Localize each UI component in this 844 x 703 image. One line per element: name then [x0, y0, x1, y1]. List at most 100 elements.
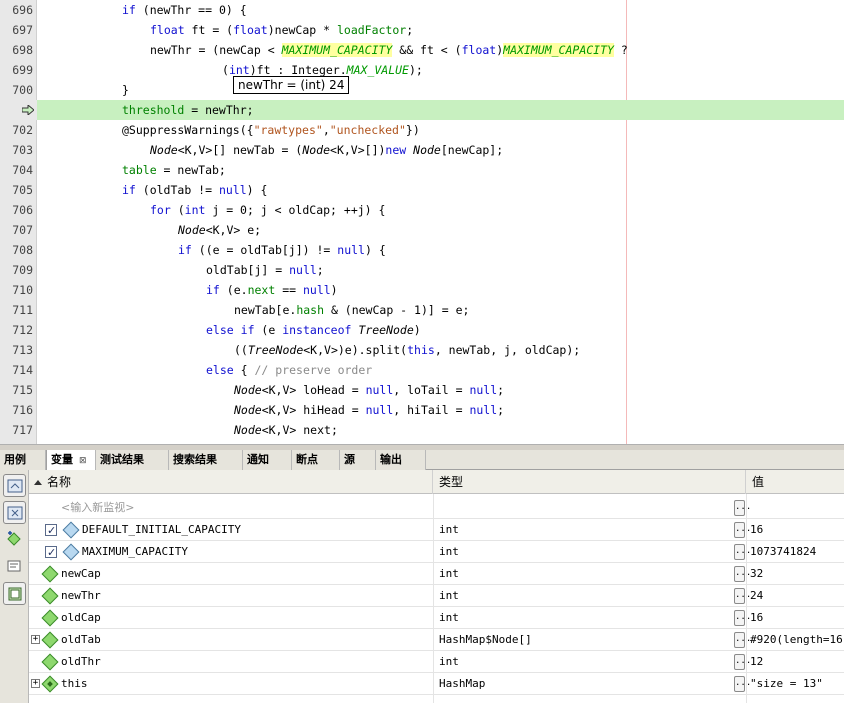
line-number: 712	[12, 323, 33, 337]
code-line[interactable]: 709 oldTab[j] = null;	[0, 260, 844, 280]
variable-value[interactable]: 16	[750, 607, 763, 629]
new-watch-placeholder[interactable]: <输入新监视>	[61, 497, 134, 519]
table-row[interactable]: newCap int ... 32	[29, 563, 844, 585]
variable-name: oldTab	[61, 633, 101, 646]
variable-value[interactable]: #920(length=16)	[750, 629, 844, 651]
code-line[interactable]: 712 else if (e instanceof TreeNode)	[0, 320, 844, 340]
tab-sources[interactable]: 源	[340, 450, 376, 470]
show-inherited-button[interactable]	[3, 582, 26, 605]
variable-type: int	[439, 589, 459, 602]
variable-type: HashMap$Node[]	[439, 633, 532, 646]
debugging-view-button[interactable]	[3, 474, 26, 497]
code-line[interactable]: 702 @SuppressWarnings({"rawtypes","unche…	[0, 120, 844, 140]
code-line[interactable]: 698 newThr = (newCap < MAXIMUM_CAPACITY …	[0, 40, 844, 60]
more-button[interactable]: ...	[734, 544, 751, 560]
code-line[interactable]: 706 for (int j = 0; j < oldCap; ++j) {	[0, 200, 844, 220]
variable-value[interactable]: 16	[750, 519, 763, 541]
code-line[interactable]: 714 else { // preserve order	[0, 360, 844, 380]
more-button[interactable]: ...	[734, 632, 751, 648]
more-button[interactable]: ...	[734, 610, 751, 626]
header-label: 名称	[47, 475, 72, 489]
line-number: 714	[12, 363, 33, 377]
code-text: ((TreeNode<K,V>)e).split(this, newTab, j…	[234, 343, 581, 357]
static-field-icon	[62, 543, 80, 561]
table-header: 名称 类型 值	[29, 470, 844, 494]
code-line[interactable]: 711 newTab[e.hash & (newCap - 1)] = e;	[0, 300, 844, 320]
code-line[interactable]: 704 table = newTab;	[0, 160, 844, 180]
table-row[interactable]: MAXIMUM_CAPACITY int ... 1073741824	[29, 541, 844, 564]
close-icon[interactable]: ⊠	[79, 456, 87, 466]
table-row[interactable]: + oldTab HashMap$Node[] ... #920(length=…	[29, 629, 844, 651]
variable-value[interactable]: 1073741824	[750, 541, 816, 563]
more-button[interactable]: ...	[734, 566, 751, 582]
evaluate-button[interactable]	[3, 501, 26, 524]
variable-name: MAXIMUM_CAPACITY	[82, 545, 188, 558]
line-number: 707	[12, 223, 33, 237]
variable-type: int	[439, 611, 459, 624]
variable-value[interactable]: 32	[750, 563, 763, 585]
variable-value-tooltip: newThr = (int) 24	[233, 76, 350, 94]
expand-plus-icon[interactable]: +	[31, 635, 40, 644]
expand-plus-icon[interactable]: +	[31, 679, 40, 688]
new-watch-button[interactable]	[3, 528, 26, 551]
table-row[interactable]: oldThr int ... 12	[29, 651, 844, 673]
code-line[interactable]: 715 Node<K,V> loHead = null, loTail = nu…	[0, 380, 844, 400]
line-number: 708	[12, 243, 33, 257]
tab-label: 源	[344, 453, 355, 466]
more-button[interactable]: ...	[734, 522, 751, 538]
code-text: else if (e instanceof TreeNode)	[206, 323, 421, 337]
code-line[interactable]: 708 if ((e = oldTab[j]) != null) {	[0, 240, 844, 260]
tab-label: 测试结果	[100, 453, 144, 466]
code-line[interactable]: 697 float ft = (float)newCap * loadFacto…	[0, 20, 844, 40]
new-watch-row[interactable]: <输入新监视> ...	[29, 497, 844, 519]
watch-checkbox[interactable]	[45, 542, 57, 564]
table-row[interactable]: oldCap int ... 16	[29, 607, 844, 629]
variable-value[interactable]: 12	[750, 651, 763, 673]
code-line[interactable]: 716 Node<K,V> hiHead = null, hiTail = nu…	[0, 400, 844, 420]
column-header-type[interactable]: 类型	[433, 470, 746, 494]
tab-label: 用例	[4, 453, 26, 466]
code-line[interactable]: 699 (int)ft : Integer.MAX_VALUE);	[0, 60, 844, 80]
current-execution-line[interactable]: threshold = newThr;	[0, 100, 844, 120]
line-number: 700	[12, 83, 33, 97]
code-text: Node<K,V> loHead = null, loTail = null;	[234, 383, 505, 397]
more-button[interactable]: ...	[734, 654, 751, 670]
more-button[interactable]: ...	[734, 676, 751, 692]
variable-type: int	[439, 545, 459, 558]
code-line[interactable]: 700 }	[0, 80, 844, 100]
table-row[interactable]: + this HashMap ... "size = 13"	[29, 673, 844, 695]
table-row[interactable]: newThr int ... 24	[29, 585, 844, 607]
line-number: 697	[12, 23, 33, 37]
column-header-name[interactable]: 名称	[29, 470, 433, 494]
tab-use-cases[interactable]: 用例	[0, 450, 46, 470]
variable-value[interactable]: 24	[750, 585, 763, 607]
watch-checkbox[interactable]	[45, 520, 57, 542]
tab-output[interactable]: 输出	[376, 450, 426, 470]
tab-test-results[interactable]: 测试结果	[96, 450, 169, 470]
code-text: if (oldTab != null) {	[122, 183, 268, 197]
show-static-button[interactable]	[3, 555, 26, 578]
more-button[interactable]: ...	[734, 500, 751, 516]
code-line[interactable]: 717 Node<K,V> next;	[0, 420, 844, 440]
code-line[interactable]: 710 if (e.next == null)	[0, 280, 844, 300]
variable-value[interactable]: "size = 13"	[750, 673, 823, 695]
static-fields-icon	[7, 560, 21, 572]
code-line[interactable]: 696 if (newThr == 0) {	[0, 0, 844, 20]
line-number: 715	[12, 383, 33, 397]
line-number: 713	[12, 343, 33, 357]
line-number: 705	[12, 183, 33, 197]
tab-search-results[interactable]: 搜索结果	[169, 450, 243, 470]
code-text: Node<K,V>[] newTab = (Node<K,V>[])new No…	[150, 143, 504, 157]
code-text: Node<K,V> e;	[178, 223, 262, 237]
tab-breakpoints[interactable]: 断点	[292, 450, 340, 470]
code-line[interactable]: 705 if (oldTab != null) {	[0, 180, 844, 200]
code-editor[interactable]: 696 if (newThr == 0) { 697 float ft = (f…	[0, 0, 844, 444]
table-row[interactable]: DEFAULT_INITIAL_CAPACITY int ... 16	[29, 519, 844, 542]
tab-notifications[interactable]: 通知	[243, 450, 292, 470]
code-line[interactable]: 707 Node<K,V> e;	[0, 220, 844, 240]
code-line[interactable]: 713 ((TreeNode<K,V>)e).split(this, newTa…	[0, 340, 844, 360]
tab-variables[interactable]: 变量 ⊠	[46, 450, 96, 471]
code-line[interactable]: 703 Node<K,V>[] newTab = (Node<K,V>[])ne…	[0, 140, 844, 160]
column-header-value[interactable]: 值	[746, 470, 844, 494]
more-button[interactable]: ...	[734, 588, 751, 604]
